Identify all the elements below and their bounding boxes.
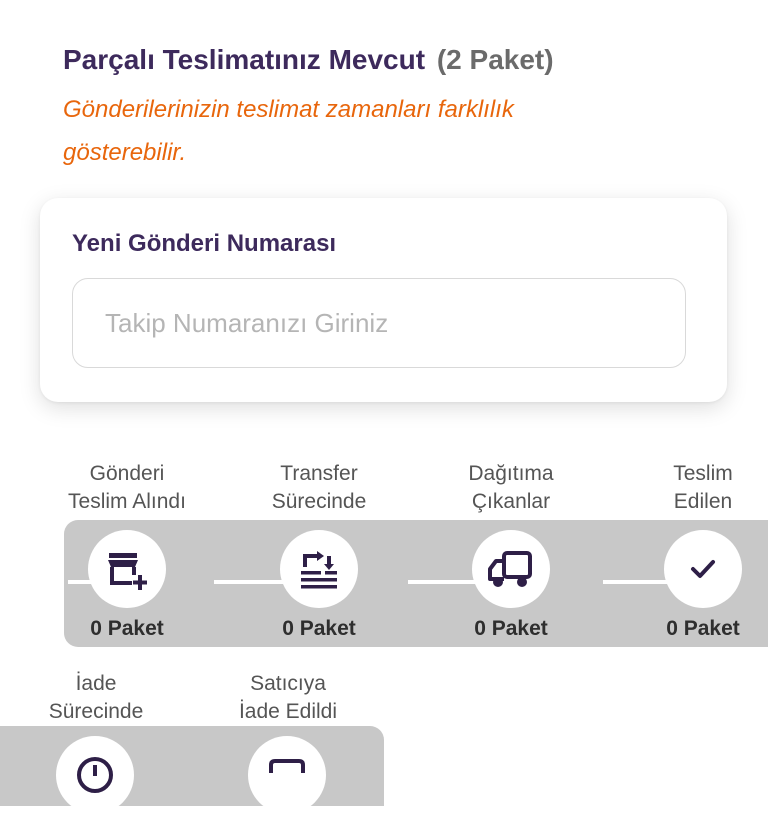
status-count-transfer: 0 Paket [282, 617, 356, 640]
transfer-icon [301, 551, 337, 589]
store-add-icon [108, 553, 147, 590]
status-label-returned-to-seller: Satıcıya İade Edildi [188, 670, 388, 726]
status-label-line: Transfer [280, 462, 358, 485]
new-shipment-card: Yeni Gönderi Numarası [40, 198, 727, 402]
status-label-transfer: Transfer Sürecinde [219, 460, 419, 516]
status-count-out-for-delivery: 0 Paket [474, 617, 548, 640]
status-label-picked-up: Gönderi Teslim Alındı [27, 460, 227, 516]
status-label-line: Sürecinde [271, 490, 367, 513]
truck-icon [488, 551, 532, 587]
status-returned-to-seller-button[interactable] [248, 736, 326, 814]
status-label-return-in-progress: İade Sürecinde [0, 670, 196, 726]
status-label-line: Çıkanlar [471, 490, 551, 513]
page-title-text: Parçalı Teslimatınız Mevcut [63, 44, 426, 75]
new-shipment-label: Yeni Gönderi Numarası [72, 230, 337, 257]
status-label-line: İade Edildi [238, 700, 338, 723]
package-count: (2 Paket) [436, 44, 554, 75]
status-label-line: Satıcıya [250, 672, 326, 695]
status-count-delivered: 0 Paket [666, 617, 740, 640]
status-label-line: Dağıtıma [468, 462, 554, 485]
page-title: Parçalı Teslimatınız Mevcut (2 Paket) [63, 44, 554, 76]
page-subtitle: Gönderilerinizin teslimat zamanları fark… [63, 96, 514, 166]
check-icon [691, 560, 715, 578]
status-out-for-delivery-button[interactable] [472, 530, 550, 608]
status-label-line: Sürecinde [48, 700, 144, 723]
status-label-line: Teslim [673, 462, 733, 485]
status-label-line: Gönderi [89, 462, 165, 485]
status-picked-up-button[interactable] [88, 530, 166, 608]
status-label-line: Edilen [673, 490, 733, 513]
tracking-number-input[interactable] [72, 278, 686, 368]
status-count-picked-up: 0 Paket [90, 617, 164, 640]
returned-box-icon [269, 759, 305, 773]
status-delivered-button[interactable] [664, 530, 742, 608]
status-transfer-button[interactable] [280, 530, 358, 608]
status-label-line: İade [75, 672, 117, 695]
status-label-delivered: Teslim Edilen [603, 460, 768, 516]
status-label-line: Teslim Alındı [68, 490, 186, 513]
return-clock-icon [77, 757, 113, 793]
status-label-out-for-delivery: Dağıtıma Çıkanlar [411, 460, 611, 516]
status-return-in-progress-button[interactable] [56, 736, 134, 814]
